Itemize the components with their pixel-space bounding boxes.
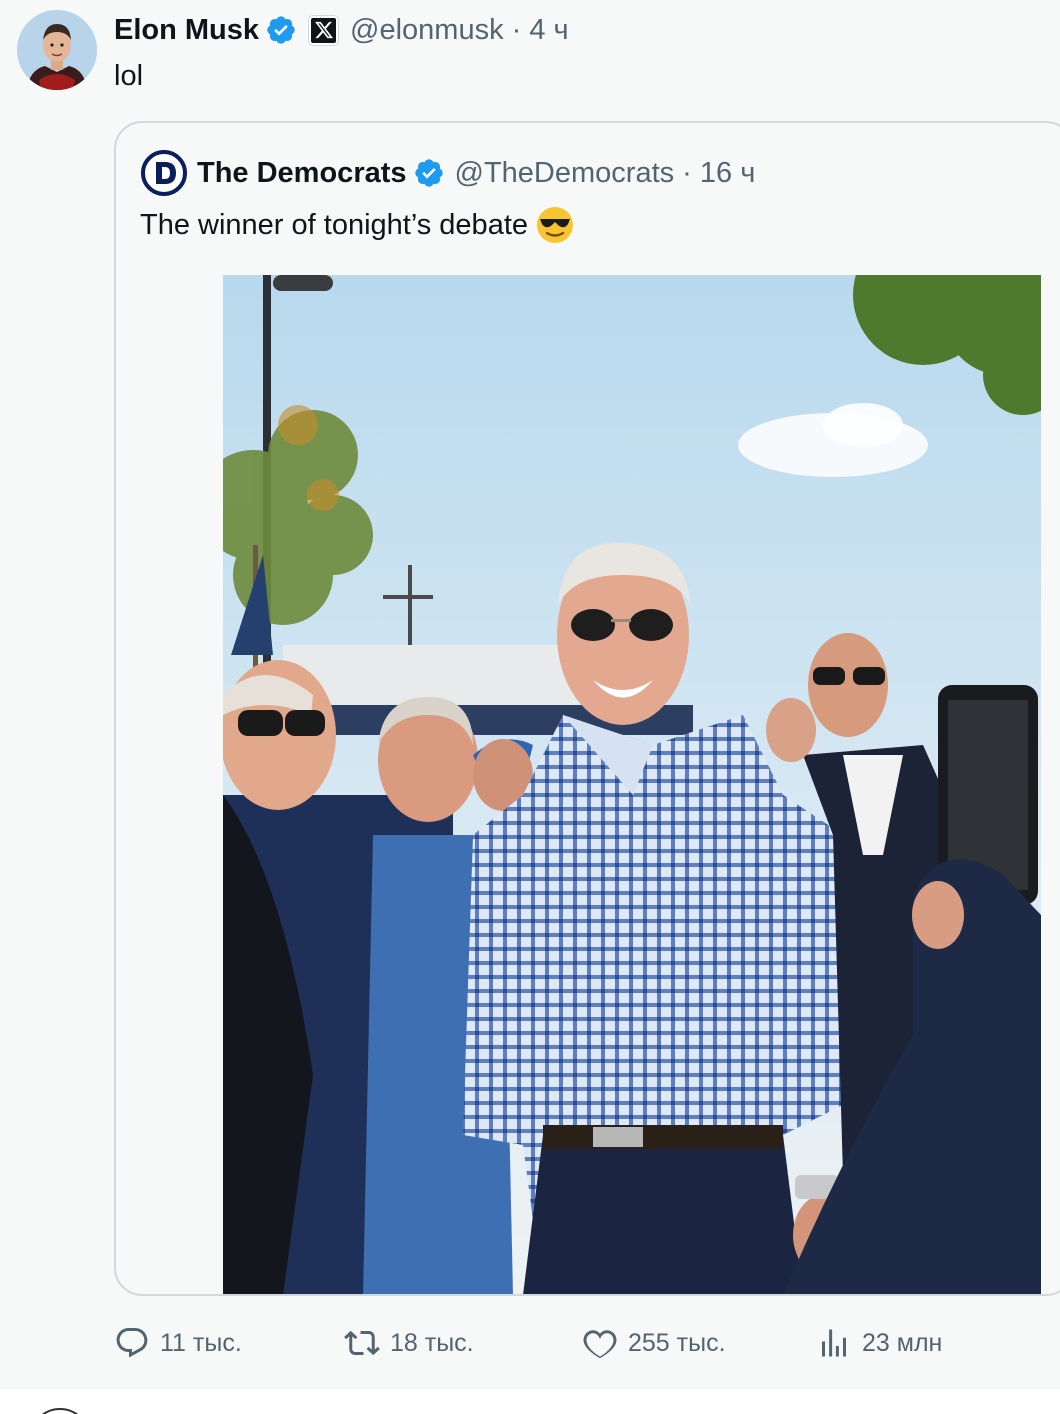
reply-icon xyxy=(116,1328,148,1358)
heart-icon xyxy=(583,1330,617,1359)
tweet-card[interactable]: Elon Musk @elonmusk · 4 ч lol The Democr… xyxy=(0,0,1060,1388)
repost-icon xyxy=(344,1330,380,1356)
tweet-header: Elon Musk @elonmusk · 4 ч xyxy=(114,10,569,50)
democrats-logo[interactable] xyxy=(140,149,188,197)
author-handle-time[interactable]: @elonmusk · 4 ч xyxy=(350,14,569,47)
author-name[interactable]: Elon Musk xyxy=(114,14,259,47)
reply-button[interactable]: 11 тыс. xyxy=(114,1318,242,1368)
author-avatar[interactable] xyxy=(17,10,97,90)
quoted-tweet-text-row: The winner of tonight’s debate xyxy=(140,206,574,244)
verified-badge-icon[interactable] xyxy=(413,157,445,189)
verified-badge-icon[interactable] xyxy=(265,14,297,46)
like-button[interactable]: 255 тыс. xyxy=(582,1318,726,1368)
x-logo-icon[interactable] xyxy=(309,15,339,45)
like-count: 255 тыс. xyxy=(628,1328,726,1357)
sunglasses-emoji xyxy=(536,206,574,244)
repost-count: 18 тыс. xyxy=(390,1328,474,1357)
tweet-text: lol xyxy=(114,60,144,92)
quoted-tweet-text: The winner of tonight’s debate xyxy=(140,208,529,241)
reply-count: 11 тыс. xyxy=(160,1328,242,1357)
quoted-author-handle-time[interactable]: @TheDemocrats · 16 ч xyxy=(455,157,756,190)
quoted-author-name[interactable]: The Democrats xyxy=(197,157,407,190)
views-button[interactable]: 23 млн xyxy=(816,1318,942,1368)
repost-button[interactable]: 18 тыс. xyxy=(344,1318,474,1368)
tweet-actions: 11 тыс. 18 тыс. 255 тыс. 23 млн xyxy=(114,1318,1060,1368)
views-count: 23 млн xyxy=(862,1328,943,1357)
quoted-tweet-header: The Democrats @TheDemocrats · 16 ч xyxy=(140,148,755,198)
next-tweet-divider xyxy=(0,1388,1060,1414)
bookmark-button[interactable] xyxy=(1052,1318,1060,1368)
quoted-tweet[interactable]: The Democrats @TheDemocrats · 16 ч The w… xyxy=(114,121,1060,1296)
quoted-tweet-photo[interactable] xyxy=(223,275,1041,1294)
views-chart-icon xyxy=(822,1329,846,1357)
